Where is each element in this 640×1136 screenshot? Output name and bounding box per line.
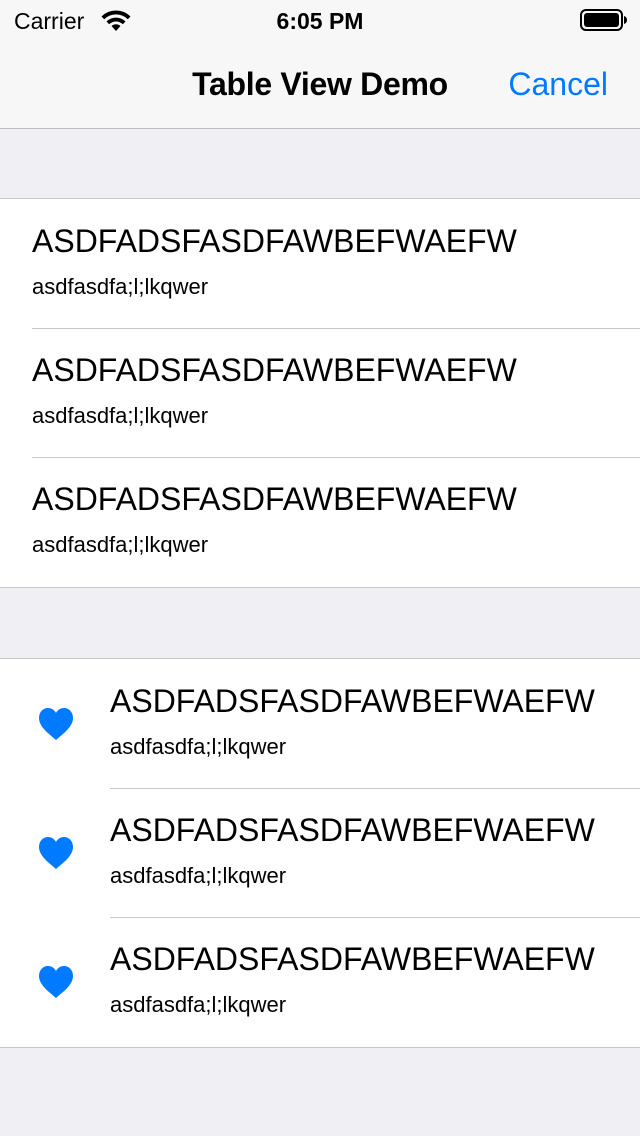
row-title: ASDFADSFASDFAWBEFWAEFW (32, 481, 517, 517)
row-title: ASDFADSFASDFAWBEFWAEFW (110, 683, 595, 719)
battery-icon (580, 9, 627, 31)
cancel-button[interactable]: Cancel (508, 66, 608, 103)
status-time: 6:05 PM (276, 8, 364, 34)
row-title: ASDFADSFASDFAWBEFWAEFW (110, 812, 595, 848)
heart-icon (39, 966, 73, 998)
status-bar: Carrier 6:05 PM (0, 0, 640, 40)
row-subtitle: asdfasdfa;l;lkqwer (110, 863, 287, 888)
heart-icon (39, 837, 73, 869)
row-subtitle: asdfasdfa;l;lkqwer (110, 992, 287, 1017)
table-section-plain: ASDFADSFASDFAWBEFWAEFW asdfasdfa;l;lkqwe… (0, 198, 640, 588)
row-title: ASDFADSFASDFAWBEFWAEFW (32, 352, 517, 388)
navigation-bar: Table View Demo Cancel (0, 40, 640, 129)
table-row[interactable]: ASDFADSFASDFAWBEFWAEFW asdfasdfa;l;lkqwe… (0, 917, 640, 1046)
table-section-icons: ASDFADSFASDFAWBEFWAEFW asdfasdfa;l;lkqwe… (0, 658, 640, 1048)
heart-icon (39, 708, 73, 740)
row-title: ASDFADSFASDFAWBEFWAEFW (32, 223, 517, 259)
table-row[interactable]: ASDFADSFASDFAWBEFWAEFW asdfasdfa;l;lkqwe… (0, 788, 640, 918)
row-title: ASDFADSFASDFAWBEFWAEFW (110, 941, 595, 977)
table-row[interactable]: ASDFADSFASDFAWBEFWAEFW asdfasdfa;l;lkqwe… (0, 457, 640, 586)
table-row[interactable]: ASDFADSFASDFAWBEFWAEFW asdfasdfa;l;lkqwe… (0, 199, 640, 329)
table-row[interactable]: ASDFADSFASDFAWBEFWAEFW asdfasdfa;l;lkqwe… (0, 328, 640, 458)
row-subtitle: asdfasdfa;l;lkqwer (32, 274, 209, 299)
row-subtitle: asdfasdfa;l;lkqwer (32, 403, 209, 428)
table-row[interactable]: ASDFADSFASDFAWBEFWAEFW asdfasdfa;l;lkqwe… (0, 659, 640, 789)
row-subtitle: asdfasdfa;l;lkqwer (32, 532, 209, 557)
row-subtitle: asdfasdfa;l;lkqwer (110, 734, 287, 759)
